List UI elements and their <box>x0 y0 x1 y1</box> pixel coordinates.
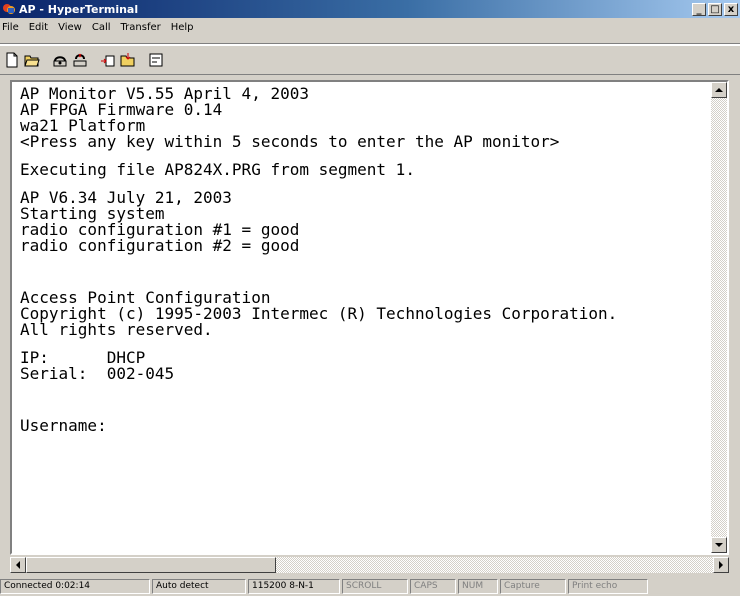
toolbar <box>0 45 740 75</box>
terminal-line: radio configuration #2 = good <box>20 236 300 255</box>
arrow-right-icon <box>719 561 723 569</box>
send-icon[interactable] <box>98 50 118 70</box>
terminal-line: Username: <box>20 416 107 435</box>
arrow-up-icon <box>715 88 723 92</box>
status-print-echo: Print echo <box>568 579 648 594</box>
menu-edit[interactable]: Edit <box>24 22 53 33</box>
new-icon[interactable] <box>2 50 22 70</box>
menu-view[interactable]: View <box>53 22 87 33</box>
title-bar[interactable]: AP - HyperTerminal _ □ x <box>0 0 740 18</box>
status-detect: Auto detect <box>152 579 246 594</box>
arrow-down-icon <box>715 543 723 547</box>
hyperterminal-icon <box>2 2 16 16</box>
close-button[interactable]: x <box>724 2 738 16</box>
status-settings: 115200 8-N-1 <box>248 579 340 594</box>
status-caps: CAPS <box>410 579 456 594</box>
receive-icon[interactable] <box>118 50 138 70</box>
terminal-line: All rights reserved. <box>20 320 213 339</box>
status-bar: Connected 0:02:14 Auto detect 115200 8-N… <box>0 577 740 596</box>
terminal-line: <Press any key within 5 seconds to enter… <box>20 132 560 151</box>
scroll-left-button[interactable] <box>10 557 26 573</box>
open-icon[interactable] <box>22 50 42 70</box>
disconnect-icon[interactable] <box>70 50 90 70</box>
status-capture: Capture <box>500 579 566 594</box>
vertical-scrollbar[interactable] <box>711 82 727 553</box>
horizontal-scrollbar[interactable] <box>10 557 729 573</box>
minimize-button[interactable]: _ <box>692 2 706 16</box>
scroll-right-button[interactable] <box>713 557 729 573</box>
window-title: AP - HyperTerminal <box>19 2 139 16</box>
horizontal-scroll-thumb[interactable] <box>26 557 276 573</box>
menu-help[interactable]: Help <box>166 22 199 33</box>
terminal-line: Executing file AP824X.PRG from segment 1… <box>20 160 415 179</box>
menu-transfer[interactable]: Transfer <box>116 22 166 33</box>
terminal-frame: AP Monitor V5.55 April 4, 2003 AP FPGA Fi… <box>10 80 729 555</box>
scroll-up-button[interactable] <box>711 82 727 98</box>
maximize-button[interactable]: □ <box>708 2 722 16</box>
menu-file[interactable]: File <box>0 22 24 33</box>
status-num: NUM <box>458 579 498 594</box>
scroll-down-button[interactable] <box>711 537 727 553</box>
menu-bar: File Edit View Call Transfer Help <box>0 18 740 37</box>
terminal-line: Serial: 002-045 <box>20 364 175 383</box>
status-connected: Connected 0:02:14 <box>0 579 150 594</box>
status-scroll: SCROLL <box>342 579 408 594</box>
connect-icon[interactable] <box>50 50 70 70</box>
terminal-output[interactable]: AP Monitor V5.55 April 4, 2003 AP FPGA Fi… <box>12 82 711 553</box>
menu-call[interactable]: Call <box>87 22 116 33</box>
arrow-left-icon <box>16 561 20 569</box>
properties-icon[interactable] <box>146 50 166 70</box>
